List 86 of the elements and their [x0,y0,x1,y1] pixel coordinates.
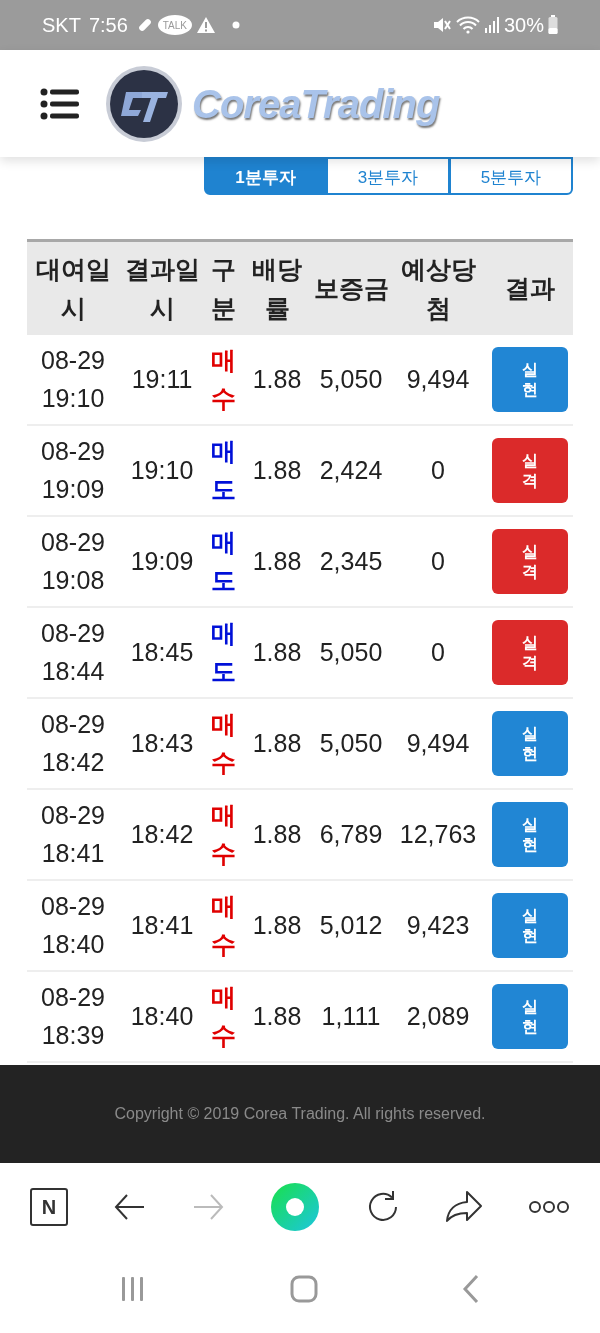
back-icon[interactable] [462,1274,480,1304]
result-time: 18:41 [130,910,194,939]
result-button[interactable]: 실현 [492,802,568,867]
rental-time: 08-29 18:44 [41,619,105,685]
battery-icon [548,15,558,35]
expected-payout: 0 [431,637,445,666]
recent-apps-icon[interactable] [120,1276,146,1302]
warning-icon [195,16,216,34]
clock: 7:56 [88,13,128,38]
result-button[interactable]: 실현 [492,893,568,958]
trade-type: 매수 [210,345,236,414]
rental-time: 08-29 18:40 [41,892,105,958]
menu-icon[interactable] [40,87,80,120]
result-button[interactable]: 실현 [492,711,568,776]
rental-time: 08-29 18:39 [41,983,105,1049]
column-header: 대여일시 [34,253,112,324]
chat-icon: TALK [157,15,192,35]
trade-type: 매수 [210,800,236,869]
expected-payout: 9,494 [406,364,470,393]
result-time: 18:45 [130,637,194,666]
result-button[interactable]: 실격 [492,620,568,685]
result-button[interactable]: 실격 [492,438,568,503]
trade-type: 매수 [210,709,236,778]
column-header: 배당률 [251,253,303,324]
payout-rate: 1.88 [252,546,302,575]
payout-rate: 1.88 [252,1001,302,1030]
deposit-amount: 5,050 [319,728,383,757]
column-header: 보증금 [313,273,389,305]
rental-time: 08-29 19:09 [41,437,105,503]
column-header: 결과일시 [123,253,201,324]
logo-emblem-icon [104,63,184,144]
payout-rate: 1.88 [252,364,302,393]
expected-payout: 9,423 [406,910,470,939]
home-icon[interactable] [290,1275,318,1303]
signal-icon [483,16,500,34]
trade-type: 매도 [210,618,236,687]
copyright-text: Copyright © 2019 Corea Trading. All rights reserved. [114,1104,486,1124]
deposit-amount: 1,111 [321,1001,381,1030]
payout-rate: 1.88 [252,455,302,484]
trade-type: 매도 [210,527,236,596]
deposit-amount: 2,345 [319,546,383,575]
rental-time: 08-29 18:41 [41,801,105,867]
tab[interactable]: 3분투자 [327,157,450,195]
result-time: 19:09 [130,546,194,575]
battery-percent: 30% [503,13,544,38]
rental-time: 08-29 19:08 [41,528,105,594]
result-button[interactable]: 실현 [492,984,568,1049]
result-time: 19:11 [131,364,193,393]
deposit-amount: 5,050 [319,364,383,393]
result-button[interactable]: 실현 [492,347,568,412]
result-time: 19:10 [130,455,194,484]
expected-payout: 0 [431,546,445,575]
trade-type: 매수 [210,891,236,960]
tab[interactable]: 5분투자 [450,157,573,195]
deposit-amount: 6,789 [319,819,383,848]
naver-home-button[interactable]: N [30,1187,68,1226]
wifi-icon [455,16,480,34]
result-button[interactable]: 실격 [492,529,568,594]
payout-rate: 1.88 [252,637,302,666]
payout-rate: 1.88 [252,728,302,757]
result-time: 18:42 [130,819,194,848]
tab[interactable]: 1분투자 [204,157,327,195]
payout-rate: 1.88 [252,910,302,939]
logo-text: CoreaTrading [192,80,440,128]
result-time: 18:43 [130,728,194,757]
column-header: 구분 [209,253,237,324]
rental-time: 08-29 18:42 [41,710,105,776]
result-time: 18:40 [130,1001,194,1030]
column-header: 결과 [504,273,556,305]
trade-type: 매도 [210,436,236,505]
mute-icon [431,16,452,34]
expected-payout: 0 [431,455,445,484]
expected-payout: 12,763 [399,819,477,848]
trade-type: 매수 [210,982,236,1051]
carrier-label: SKT [42,13,81,38]
deposit-amount: 5,012 [319,910,383,939]
dot-icon [231,21,240,29]
more-icon[interactable] [527,1199,570,1214]
payout-rate: 1.88 [252,819,302,848]
rental-time: 08-29 19:10 [41,346,105,412]
expected-payout: 2,089 [406,1001,470,1030]
expected-payout: 9,494 [406,728,470,757]
column-header: 예상당첨 [399,253,477,324]
deposit-amount: 5,050 [319,637,383,666]
deposit-amount: 2,424 [319,455,383,484]
share-icon[interactable] [445,1189,484,1224]
